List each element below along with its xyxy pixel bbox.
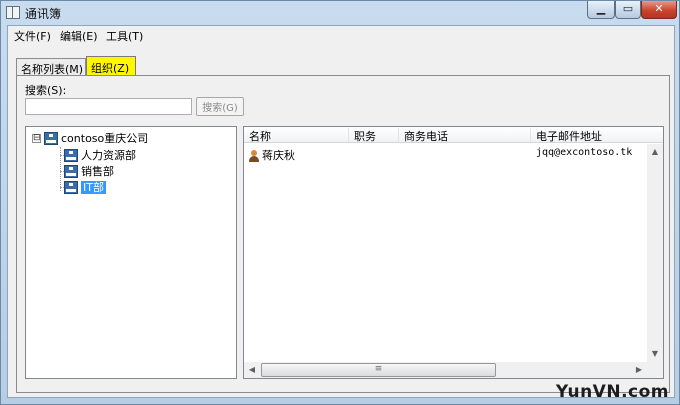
scroll-down-arrow-icon[interactable]: ▼ bbox=[647, 346, 663, 362]
client-area: 文件(F) 编辑(E) 工具(T) 名称列表(M) 组织(Z) 搜索(S): 搜… bbox=[7, 25, 675, 398]
watermark: YunVN.com bbox=[555, 382, 669, 402]
menu-edit[interactable]: 编辑(E) bbox=[58, 28, 100, 44]
tree-node-label: 人力资源部 bbox=[81, 149, 136, 162]
column-header-email[interactable]: 电子邮件地址 bbox=[531, 128, 663, 143]
search-label: 搜索(S): bbox=[25, 84, 67, 97]
column-header-phone[interactable]: 商务电话 bbox=[399, 128, 531, 143]
menu-file[interactable]: 文件(F) bbox=[12, 28, 53, 44]
contact-list[interactable]: 名称 职务 商务电话 电子邮件地址 蒋庆秋 jqq@excontoso.tk ▲… bbox=[243, 126, 664, 379]
horizontal-scrollbar[interactable]: ◀ ≡ ▶ bbox=[244, 362, 663, 378]
column-header-name[interactable]: 名称 bbox=[244, 128, 349, 143]
scroll-up-arrow-icon[interactable]: ▲ bbox=[647, 144, 663, 160]
tree-node-it[interactable]: IT部 bbox=[64, 179, 106, 195]
organization-icon bbox=[44, 131, 58, 145]
department-icon bbox=[64, 180, 78, 194]
menu-bar: 文件(F) 编辑(E) 工具(T) bbox=[8, 26, 674, 44]
minimize-button[interactable]: ▁ bbox=[587, 1, 615, 19]
organization-tree[interactable]: ⊟ contoso重庆公司 人力资源部 销售部 IT部 bbox=[25, 126, 237, 379]
tree-node-label: contoso重庆公司 bbox=[61, 132, 149, 145]
close-button[interactable]: ✕ bbox=[641, 1, 677, 19]
tree-node-label-selected: IT部 bbox=[81, 181, 106, 194]
organization-panel: 搜索(S): 搜索(G) ⊟ contoso重庆公司 人力资源部 销售部 IT部 bbox=[16, 75, 670, 393]
column-header-title[interactable]: 职务 bbox=[349, 128, 399, 143]
table-row[interactable]: 蒋庆秋 jqq@excontoso.tk bbox=[244, 146, 649, 162]
minimize-icon: ▁ bbox=[596, 2, 606, 15]
tree-connector bbox=[60, 147, 61, 191]
close-icon: ✕ bbox=[654, 2, 664, 15]
menu-tools[interactable]: 工具(T) bbox=[104, 28, 145, 44]
contact-icon bbox=[249, 150, 259, 162]
department-icon bbox=[64, 148, 78, 162]
address-book-window: 通讯簿 ▁ ▭ ✕ 文件(F) 编辑(E) 工具(T) 名称列表(M) 组织(Z… bbox=[0, 0, 680, 405]
department-icon bbox=[64, 164, 78, 178]
window-title: 通讯簿 bbox=[25, 7, 62, 21]
maximize-icon: ▭ bbox=[622, 2, 634, 15]
title-bar[interactable]: 通讯簿 ▁ ▭ ✕ bbox=[1, 1, 679, 25]
address-book-icon bbox=[6, 6, 20, 19]
tree-node-root[interactable]: ⊟ contoso重庆公司 bbox=[32, 130, 148, 146]
scroll-corner bbox=[647, 362, 663, 378]
scroll-right-arrow-icon[interactable]: ▶ bbox=[631, 362, 647, 378]
tab-organization[interactable]: 组织(Z) bbox=[86, 56, 136, 76]
vertical-scrollbar[interactable]: ▲ ▼ bbox=[647, 144, 663, 362]
search-button[interactable]: 搜索(G) bbox=[196, 97, 244, 116]
scroll-left-arrow-icon[interactable]: ◀ bbox=[244, 362, 260, 378]
contact-name-cell: 蒋庆秋 bbox=[244, 147, 295, 163]
list-header: 名称 职务 商务电话 电子邮件地址 bbox=[244, 127, 663, 143]
maximize-button[interactable]: ▭ bbox=[615, 1, 641, 19]
horizontal-scroll-thumb[interactable]: ≡ bbox=[261, 363, 496, 377]
tree-node-hr[interactable]: 人力资源部 bbox=[64, 147, 136, 163]
tab-name-list[interactable]: 名称列表(M) bbox=[16, 58, 86, 76]
tree-node-label: 销售部 bbox=[81, 165, 114, 178]
contact-name: 蒋庆秋 bbox=[262, 149, 295, 162]
collapse-icon[interactable]: ⊟ bbox=[32, 133, 41, 143]
tree-node-sales[interactable]: 销售部 bbox=[64, 163, 114, 179]
contact-email: jqq@excontoso.tk bbox=[536, 147, 633, 158]
search-input[interactable] bbox=[25, 98, 192, 115]
